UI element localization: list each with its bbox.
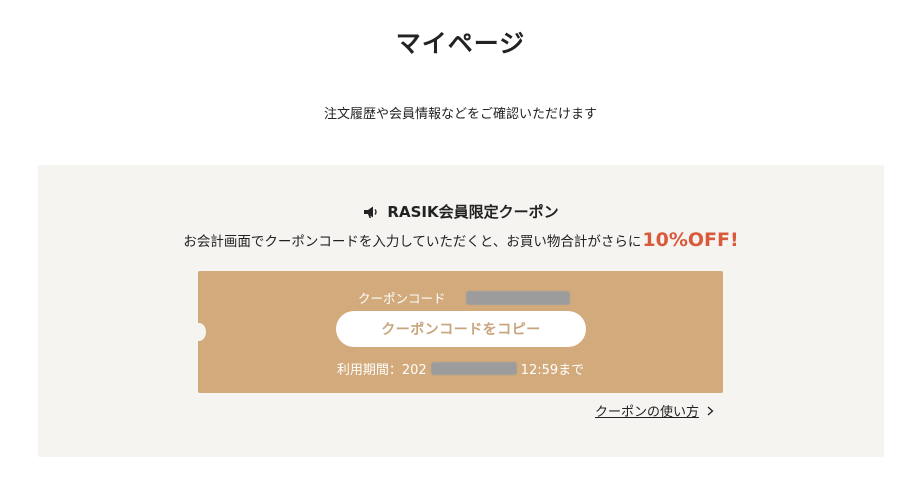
coupon-description: お会計画面でクーポンコードを入力していただくと、お買い物合計がさらに 10%OF… [38, 229, 884, 251]
coupon-heading-text: RASIK会員限定クーポン [387, 203, 559, 221]
discount-highlight: 10%OFF! [642, 229, 739, 251]
page-subtitle: 注文履歴や会員情報などをご確認いただけます [323, 107, 597, 122]
coupon-panel: RASIK会員限定クーポン お会計画面でクーポンコードを入力していただくと、お買… [38, 165, 884, 457]
ticket-notch [192, 323, 206, 341]
coupon-description-text: お会計画面でクーポンコードを入力していただくと、お買い物合計がさらに [183, 234, 642, 250]
chevron-right-icon [707, 406, 714, 415]
coupon-period-suffix: 12:59まで [520, 363, 585, 378]
coupon-code-row: クーポンコード [358, 288, 570, 307]
coupon-period: 利用期間：202 12:59まで [198, 359, 723, 378]
coupon-howto-link[interactable]: クーポンの使い方 [595, 401, 714, 420]
coupon-code-value-redacted [465, 290, 570, 305]
megaphone-icon [364, 206, 378, 218]
coupon-howto-label: クーポンの使い方 [595, 405, 700, 420]
copy-coupon-code-button[interactable]: クーポンコードをコピー [336, 311, 586, 347]
coupon-code-label: クーポンコード [358, 291, 446, 306]
coupon-period-label: 利用期間：202 [336, 363, 427, 378]
coupon-ticket: クーポンコード クーポンコードをコピー 利用期間：202 12:59まで [192, 271, 723, 393]
page-title: マイページ [395, 29, 526, 58]
coupon-period-date-redacted [430, 362, 517, 375]
coupon-heading: RASIK会員限定クーポン [38, 201, 884, 222]
my-page: マイページ 注文履歴や会員情報などをご確認いただけます RASIK会員限定クーポ… [0, 0, 921, 489]
